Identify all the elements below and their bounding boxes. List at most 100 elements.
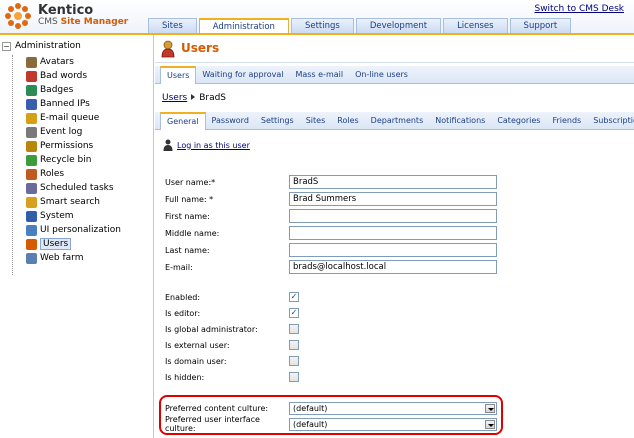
is-external-user-label: Is external user:: [165, 340, 230, 350]
main-content: Users Users Waiting for approval Mass e-…: [155, 35, 634, 438]
content-culture-select[interactable]: (default): [289, 401, 497, 415]
form-row-username: User name:* BradS: [165, 175, 497, 189]
is-domain-user-label: Is domain user:: [165, 356, 227, 366]
tab-support[interactable]: Support: [509, 18, 572, 34]
login-as-user[interactable]: Log in as this user: [163, 139, 250, 151]
tab-departments[interactable]: Departments: [365, 112, 430, 130]
ui-personalization-icon: [26, 224, 37, 236]
sidebar-item-label[interactable]: Banned IPs: [40, 99, 90, 109]
tab-roles[interactable]: Roles: [331, 112, 364, 130]
sidebar-item-bad-words[interactable]: Bad words: [26, 69, 121, 83]
email-queue-icon: [26, 112, 37, 124]
breadcrumb-arrow-icon: [191, 94, 196, 100]
log-in-as-user-link[interactable]: Log in as this user: [177, 141, 250, 150]
banned-ips-icon: [26, 98, 37, 110]
tree-root-label[interactable]: Administration: [15, 41, 81, 51]
sidebar-item-avatars[interactable]: Avatars: [26, 55, 121, 69]
sidebar-tree: − Administration Avatars Bad words Badges B…: [0, 35, 154, 438]
sidebar-item-label[interactable]: Avatars: [40, 57, 74, 67]
sidebar-item-system[interactable]: System: [26, 209, 121, 223]
users-tabs: Users Waiting for approval Mass e-mail O…: [155, 66, 634, 84]
sidebar-item-e-mail-queue[interactable]: E-mail queue: [26, 111, 121, 125]
sidebar-item-label[interactable]: Users: [40, 238, 72, 250]
sidebar-item-label[interactable]: Recycle bin: [40, 155, 91, 165]
username-field[interactable]: BradS: [289, 175, 497, 189]
brand-product: CMS Site Manager: [38, 17, 128, 27]
sidebar-item-label[interactable]: Scheduled tasks: [40, 183, 114, 193]
sidebar-item-label[interactable]: Badges: [40, 85, 73, 95]
tab-development[interactable]: Development: [355, 18, 442, 34]
tab-password[interactable]: Password: [206, 112, 255, 130]
is-external-user-checkbox[interactable]: [289, 340, 299, 350]
form-row-is-editor: Is editor: ✓: [165, 306, 299, 320]
collapse-icon[interactable]: −: [2, 41, 11, 51]
tab-waiting-for-approval[interactable]: Waiting for approval: [196, 66, 289, 84]
switch-to-cms-desk-link[interactable]: Switch to CMS Desk: [534, 4, 624, 14]
tab-user-sites[interactable]: Sites: [300, 112, 332, 130]
tab-general[interactable]: General: [160, 112, 206, 130]
tree-connector-lines: [12, 55, 24, 275]
sidebar-item-label[interactable]: UI personalization: [40, 225, 121, 235]
system-icon: [26, 210, 37, 222]
tab-mass-email[interactable]: Mass e-mail: [289, 66, 349, 84]
email-field[interactable]: brads@localhost.local: [289, 260, 497, 274]
permissions-icon: [26, 140, 37, 152]
form-row-lastname: Last name:: [165, 243, 497, 257]
sidebar-item-label[interactable]: Event log: [40, 127, 82, 137]
tab-settings[interactable]: Settings: [290, 18, 354, 34]
fullname-field[interactable]: Brad Summers: [289, 192, 497, 206]
ui-culture-value: (default): [293, 419, 328, 429]
form-row-is-hidden: Is hidden:: [165, 370, 299, 384]
brand-product-site-manager: Site Manager: [60, 17, 129, 27]
ui-culture-select[interactable]: (default): [289, 417, 497, 431]
sidebar-item-permissions[interactable]: Permissions: [26, 139, 121, 153]
lastname-field[interactable]: [289, 243, 497, 257]
brand-name: Kentico: [38, 3, 94, 18]
roles-icon: [26, 168, 37, 180]
sidebar-item-label[interactable]: E-mail queue: [40, 113, 99, 123]
sidebar-item-label[interactable]: Roles: [40, 169, 64, 179]
chevron-down-icon[interactable]: [485, 403, 495, 413]
breadcrumb-users-link[interactable]: Users: [162, 93, 187, 103]
enabled-checkbox[interactable]: ✓: [289, 292, 299, 302]
is-editor-checkbox[interactable]: ✓: [289, 308, 299, 318]
sidebar-item-roles[interactable]: Roles: [26, 167, 121, 181]
sidebar-item-label[interactable]: Bad words: [40, 71, 87, 81]
sidebar-item-event-log[interactable]: Event log: [26, 125, 121, 139]
is-domain-user-checkbox[interactable]: [289, 356, 299, 366]
form-row-enabled: Enabled: ✓: [165, 290, 299, 304]
sidebar-item-badges[interactable]: Badges: [26, 83, 121, 97]
bad-words-icon: [26, 70, 37, 82]
firstname-field[interactable]: [289, 209, 497, 223]
sidebar-item-smart-search[interactable]: Smart search: [26, 195, 121, 209]
sidebar-item-banned-ips[interactable]: Banned IPs: [26, 97, 121, 111]
chevron-down-icon[interactable]: [485, 419, 495, 429]
tab-users[interactable]: Users: [160, 66, 197, 84]
enabled-label: Enabled:: [165, 292, 201, 302]
is-hidden-checkbox[interactable]: [289, 372, 299, 382]
sidebar-item-label[interactable]: System: [40, 211, 74, 221]
sidebar-item-web-farm[interactable]: Web farm: [26, 251, 121, 265]
sidebar-item-recycle-bin[interactable]: Recycle bin: [26, 153, 121, 167]
tab-friends[interactable]: Friends: [546, 112, 587, 130]
sidebar-item-label[interactable]: Permissions: [40, 141, 93, 151]
tab-user-settings[interactable]: Settings: [255, 112, 300, 130]
avatars-icon: [26, 56, 37, 68]
tree-root[interactable]: − Administration: [2, 41, 81, 51]
smart-search-icon: [26, 196, 37, 208]
sidebar-item-scheduled-tasks[interactable]: Scheduled tasks: [26, 181, 121, 195]
tab-subscriptions[interactable]: Subscriptions: [587, 112, 634, 130]
tab-licenses[interactable]: Licenses: [443, 18, 508, 34]
tab-sites[interactable]: Sites: [148, 18, 197, 34]
middlename-field[interactable]: [289, 226, 497, 240]
sidebar-item-ui-personalization[interactable]: UI personalization: [26, 223, 121, 237]
form-row-is-external-user: Is external user:: [165, 338, 299, 352]
tab-notifications[interactable]: Notifications: [429, 112, 491, 130]
sidebar-item-users[interactable]: Users: [26, 237, 121, 251]
tab-online-users[interactable]: On-line users: [349, 66, 414, 84]
tab-categories[interactable]: Categories: [491, 112, 546, 130]
sidebar-item-label[interactable]: Smart search: [40, 197, 100, 207]
tab-administration[interactable]: Administration: [198, 18, 289, 34]
is-global-admin-checkbox[interactable]: [289, 324, 299, 334]
sidebar-item-label[interactable]: Web farm: [40, 253, 83, 263]
